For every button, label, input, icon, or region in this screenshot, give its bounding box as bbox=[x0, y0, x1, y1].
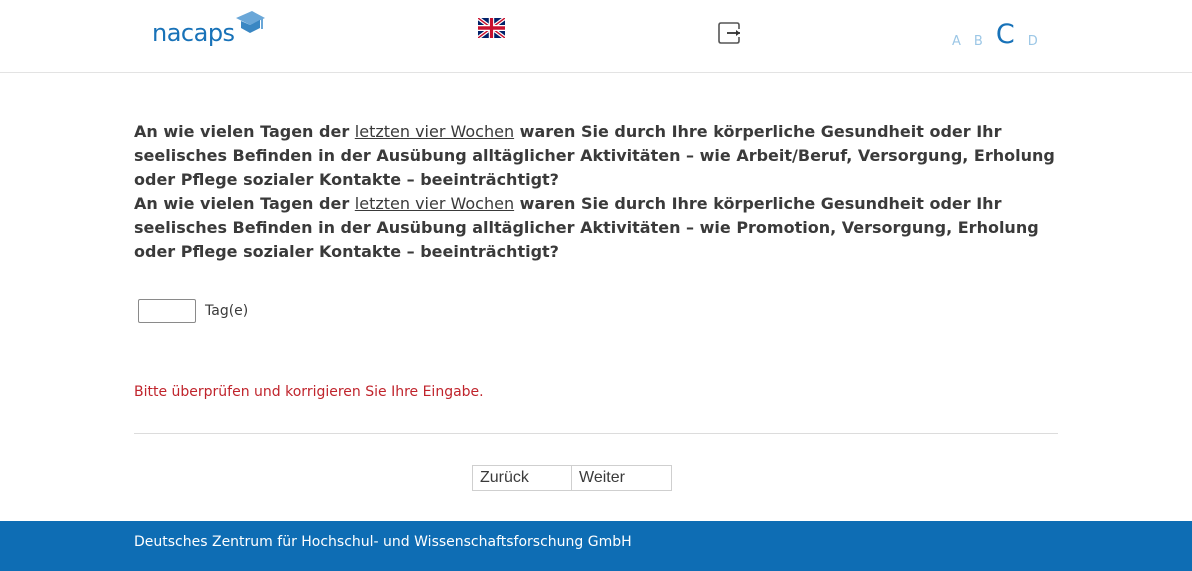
logout-icon[interactable] bbox=[718, 22, 742, 44]
answer-row: Tag(e) bbox=[138, 299, 248, 323]
error-message: Bitte überprüfen und korrigieren Sie Ihr… bbox=[134, 384, 484, 400]
question-line-1: An wie vielen Tagen der letzten vier Woc… bbox=[134, 122, 1055, 189]
footer: Deutsches Zentrum für Hochschul- und Wis… bbox=[0, 521, 1192, 571]
header: nacaps A B C D bbox=[0, 0, 1192, 73]
navigation-buttons: Zurück Weiter bbox=[472, 465, 672, 491]
footer-text: Deutsches Zentrum für Hochschul- und Wis… bbox=[134, 534, 632, 550]
graduation-cap-icon bbox=[236, 11, 265, 33]
divider bbox=[134, 433, 1058, 434]
days-unit-label: Tag(e) bbox=[205, 303, 249, 319]
font-size-selector: A B C D bbox=[952, 18, 1038, 48]
days-input[interactable] bbox=[138, 299, 196, 323]
emphasis-underline: letzten vier Wochen bbox=[354, 122, 515, 141]
question-line-2: An wie vielen Tagen der letzten vier Woc… bbox=[134, 194, 1039, 261]
font-size-a[interactable]: A bbox=[952, 35, 961, 48]
font-size-c[interactable]: C bbox=[996, 21, 1015, 48]
question-text: An wie vielen Tagen der letzten vier Woc… bbox=[134, 120, 1064, 264]
emphasis-underline: letzten vier Wochen bbox=[354, 194, 515, 213]
font-size-b[interactable]: B bbox=[974, 35, 983, 48]
uk-flag-icon[interactable] bbox=[478, 18, 505, 38]
logo-text: nacaps bbox=[152, 19, 235, 47]
back-button[interactable]: Zurück bbox=[472, 465, 572, 491]
font-size-d[interactable]: D bbox=[1028, 35, 1038, 48]
next-button[interactable]: Weiter bbox=[572, 465, 672, 491]
